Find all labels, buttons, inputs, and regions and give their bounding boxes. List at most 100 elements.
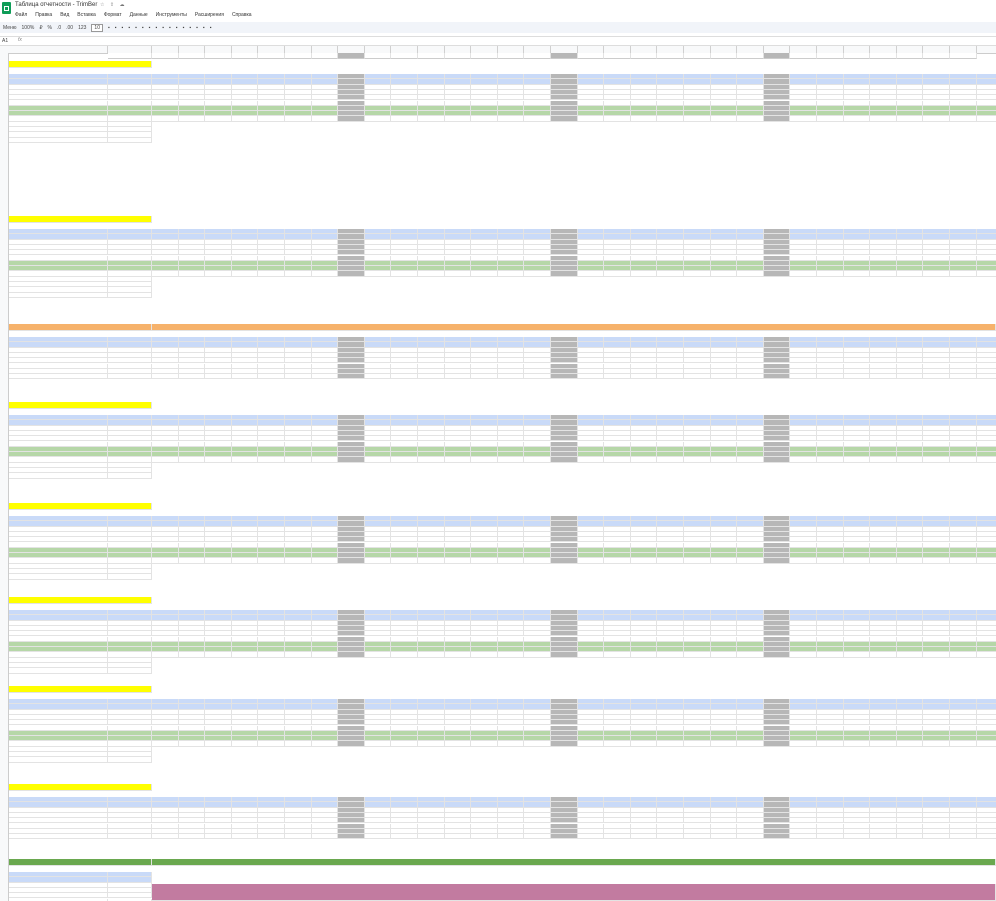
data-cell[interactable]: [577, 457, 605, 463]
data-cell[interactable]: [418, 116, 445, 122]
data-cell[interactable]: [285, 116, 312, 122]
data-cell[interactable]: [471, 558, 498, 564]
data-cell[interactable]: [205, 652, 232, 658]
data-cell[interactable]: [391, 116, 418, 122]
data-cell[interactable]: [817, 116, 844, 122]
section-title[interactable]: [9, 61, 152, 68]
chart-icon[interactable]: ▪: [196, 25, 198, 31]
data-cell[interactable]: [870, 271, 897, 277]
total-cell[interactable]: [108, 292, 152, 298]
data-cell[interactable]: [577, 271, 605, 277]
data-cell[interactable]: [444, 652, 472, 658]
data-cell[interactable]: [870, 558, 897, 564]
column-header-AH[interactable]: [976, 46, 996, 53]
toolbar-item-3[interactable]: %: [48, 25, 52, 31]
data-cell[interactable]: [338, 558, 365, 564]
sheets-logo-icon[interactable]: [2, 2, 11, 14]
data-cell[interactable]: [497, 741, 525, 747]
data-cell[interactable]: [657, 558, 684, 564]
name-box[interactable]: A1: [2, 38, 8, 44]
data-cell[interactable]: [710, 652, 738, 658]
data-cell[interactable]: [152, 374, 179, 380]
toolbar-item-0[interactable]: Меню: [3, 25, 17, 31]
data-cell[interactable]: [231, 457, 259, 463]
data-cell[interactable]: [364, 374, 392, 380]
data-cell[interactable]: [896, 741, 924, 747]
data-cell[interactable]: [817, 741, 844, 747]
data-cell[interactable]: [976, 558, 996, 564]
column-header-H[interactable]: [285, 46, 312, 53]
data-cell[interactable]: [950, 457, 977, 463]
data-cell[interactable]: [604, 457, 631, 463]
data-cell[interactable]: [710, 374, 738, 380]
column-header-AG[interactable]: [950, 46, 977, 53]
data-cell[interactable]: [684, 652, 711, 658]
data-cell[interactable]: [152, 116, 179, 122]
data-cell[interactable]: [604, 741, 631, 747]
data-cell[interactable]: [817, 374, 844, 380]
data-cell[interactable]: [152, 457, 179, 463]
data-cell[interactable]: [577, 741, 605, 747]
data-cell[interactable]: [737, 834, 764, 840]
data-cell[interactable]: [418, 652, 445, 658]
data-cell[interactable]: [258, 374, 285, 380]
data-cell[interactable]: [152, 834, 179, 840]
menu-item-5[interactable]: Данные: [130, 12, 148, 18]
data-cell[interactable]: [870, 652, 897, 658]
data-cell[interactable]: [444, 834, 472, 840]
data-cell[interactable]: [790, 271, 817, 277]
data-cell[interactable]: [497, 116, 525, 122]
column-header-N[interactable]: [444, 46, 472, 53]
column-header-T[interactable]: [604, 46, 631, 53]
data-cell[interactable]: [604, 271, 631, 277]
data-cell[interactable]: [604, 834, 631, 840]
total-cell[interactable]: [108, 574, 152, 580]
data-cell[interactable]: [497, 558, 525, 564]
data-cell[interactable]: [657, 834, 684, 840]
data-cell[interactable]: [364, 652, 392, 658]
data-cell[interactable]: [684, 116, 711, 122]
data-cell[interactable]: [152, 652, 179, 658]
data-cell[interactable]: [178, 834, 206, 840]
column-header-AB[interactable]: [817, 46, 844, 53]
data-cell[interactable]: [231, 834, 259, 840]
column-header-F[interactable]: [231, 46, 259, 53]
data-cell[interactable]: [630, 374, 658, 380]
data-cell[interactable]: [630, 116, 658, 122]
data-cell[interactable]: [976, 271, 996, 277]
data-cell[interactable]: [737, 741, 764, 747]
data-cell[interactable]: [471, 834, 498, 840]
data-cell[interactable]: [630, 834, 658, 840]
column-header-A[interactable]: [9, 46, 108, 53]
data-cell[interactable]: [311, 374, 339, 380]
data-cell[interactable]: [338, 457, 365, 463]
data-cell[interactable]: [338, 116, 365, 122]
data-cell[interactable]: [364, 271, 392, 277]
column-header-M[interactable]: [418, 46, 445, 53]
data-cell[interactable]: [843, 374, 871, 380]
data-cell[interactable]: [577, 116, 605, 122]
data-cell[interactable]: [205, 271, 232, 277]
data-cell[interactable]: [285, 741, 312, 747]
total-cell[interactable]: [108, 668, 152, 674]
data-cell[interactable]: [630, 558, 658, 564]
data-cell[interactable]: [444, 271, 472, 277]
toolbar-item-2[interactable]: ₽: [39, 25, 42, 31]
data-cell[interactable]: [737, 652, 764, 658]
border-icon[interactable]: ▪: [162, 25, 164, 31]
data-cell[interactable]: [364, 834, 392, 840]
data-cell[interactable]: [870, 741, 897, 747]
data-cell[interactable]: [950, 834, 977, 840]
data-cell[interactable]: [391, 271, 418, 277]
data-cell[interactable]: [790, 741, 817, 747]
data-cell[interactable]: [657, 116, 684, 122]
column-header-C[interactable]: [152, 46, 179, 53]
data-cell[interactable]: [923, 652, 950, 658]
section-title[interactable]: [9, 859, 152, 866]
data-cell[interactable]: [311, 116, 339, 122]
column-header-AC[interactable]: [843, 46, 871, 53]
data-cell[interactable]: [870, 834, 897, 840]
data-cell[interactable]: [710, 558, 738, 564]
data-cell[interactable]: [790, 834, 817, 840]
bold-icon[interactable]: ▪: [128, 25, 130, 31]
